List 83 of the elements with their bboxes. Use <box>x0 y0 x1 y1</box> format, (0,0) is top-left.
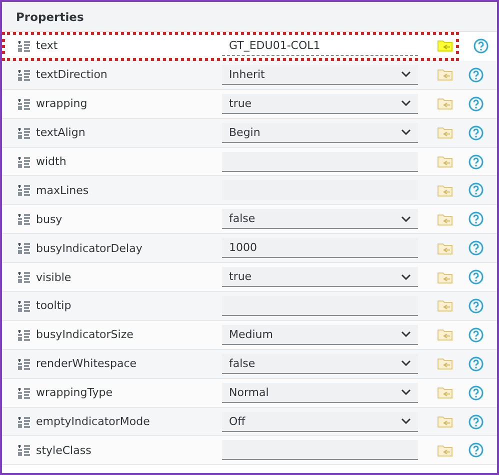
folder-icon[interactable] <box>437 328 453 342</box>
input-field[interactable] <box>222 440 418 460</box>
input-field[interactable] <box>222 152 418 172</box>
property-name: busyIndicatorSize <box>36 328 134 342</box>
folder-icon[interactable] <box>437 415 453 428</box>
chevron-down-icon <box>401 216 411 222</box>
select-field[interactable]: Medium <box>222 324 418 345</box>
property-icon <box>17 358 31 370</box>
input-field[interactable] <box>222 296 418 316</box>
property-icon <box>17 444 31 456</box>
chevron-down-icon <box>401 71 411 78</box>
help-icon[interactable] <box>473 38 489 54</box>
folder-icon[interactable] <box>437 184 453 197</box>
property-icon <box>17 213 31 226</box>
help-icon[interactable] <box>468 124 484 141</box>
property-icon <box>17 386 31 399</box>
help-icon[interactable] <box>468 298 484 314</box>
select-field[interactable]: true <box>222 267 418 288</box>
property-name: text <box>36 39 59 52</box>
help-icon[interactable] <box>468 269 484 286</box>
help-icon[interactable] <box>468 326 484 343</box>
property-icon <box>17 40 31 52</box>
property-name: maxLines <box>36 184 90 197</box>
property-icon <box>17 98 31 110</box>
help-icon[interactable] <box>468 211 484 228</box>
select-field[interactable]: Normal <box>222 382 418 403</box>
property-name: renderWhitespace <box>36 357 138 370</box>
property-name: wrappingType <box>36 386 114 400</box>
property-icon <box>17 328 31 341</box>
chevron-down-icon <box>401 129 411 136</box>
folder-icon[interactable] <box>437 68 453 82</box>
help-icon[interactable] <box>468 414 484 430</box>
property-name: tooltip <box>36 299 72 312</box>
folder-icon[interactable] <box>437 212 453 226</box>
help-icon[interactable] <box>468 240 484 256</box>
help-icon[interactable] <box>468 66 484 83</box>
folder-icon[interactable] <box>437 386 453 400</box>
property-name: wrapping <box>36 97 88 110</box>
folder-icon[interactable] <box>437 299 453 312</box>
folder-icon[interactable] <box>437 126 453 140</box>
help-icon[interactable] <box>468 384 484 401</box>
help-icon[interactable] <box>468 356 484 372</box>
chevron-down-icon <box>401 331 411 338</box>
property-name: styleClass <box>36 444 92 457</box>
property-icon <box>17 68 31 81</box>
folder-icon[interactable] <box>437 97 453 110</box>
property-name: busyIndicatorDelay <box>36 242 144 255</box>
property-icon <box>17 416 31 428</box>
select-field[interactable]: false <box>222 354 418 374</box>
folder-icon[interactable] <box>437 444 453 457</box>
property-icon <box>17 242 31 254</box>
folder-icon[interactable] <box>437 242 453 255</box>
property-name: textDirection <box>36 68 108 82</box>
property-name: emptyIndicatorMode <box>36 415 151 428</box>
chevron-down-icon <box>401 360 411 366</box>
property-name: width <box>36 155 68 168</box>
folder-icon[interactable] <box>437 155 453 168</box>
select-field[interactable]: Inherit <box>222 64 418 85</box>
property-icon <box>17 184 31 196</box>
select-field[interactable]: false <box>222 209 418 230</box>
panel-title: Properties <box>16 10 84 24</box>
select-field[interactable]: true <box>222 94 418 114</box>
property-icon <box>17 156 31 168</box>
help-icon[interactable] <box>468 442 484 458</box>
property-icon <box>17 271 31 284</box>
select-field[interactable]: Begin <box>222 122 418 143</box>
folder-icon[interactable] <box>437 357 453 370</box>
property-name: visible <box>36 270 72 284</box>
property-icon <box>17 126 31 139</box>
help-icon[interactable] <box>468 182 484 198</box>
property-icon <box>17 300 31 312</box>
input-field[interactable]: 1000 <box>222 238 418 258</box>
chevron-down-icon <box>401 418 411 424</box>
chevron-down-icon <box>401 100 411 106</box>
chevron-down-icon <box>401 274 411 280</box>
property-name: textAlign <box>36 126 86 140</box>
help-icon[interactable] <box>468 96 484 112</box>
folder-icon[interactable] <box>437 39 453 52</box>
chevron-down-icon <box>401 389 411 396</box>
folder-icon[interactable] <box>437 270 453 284</box>
help-icon[interactable] <box>468 154 484 170</box>
select-field[interactable]: Off <box>222 412 418 432</box>
property-name: busy <box>36 212 64 226</box>
